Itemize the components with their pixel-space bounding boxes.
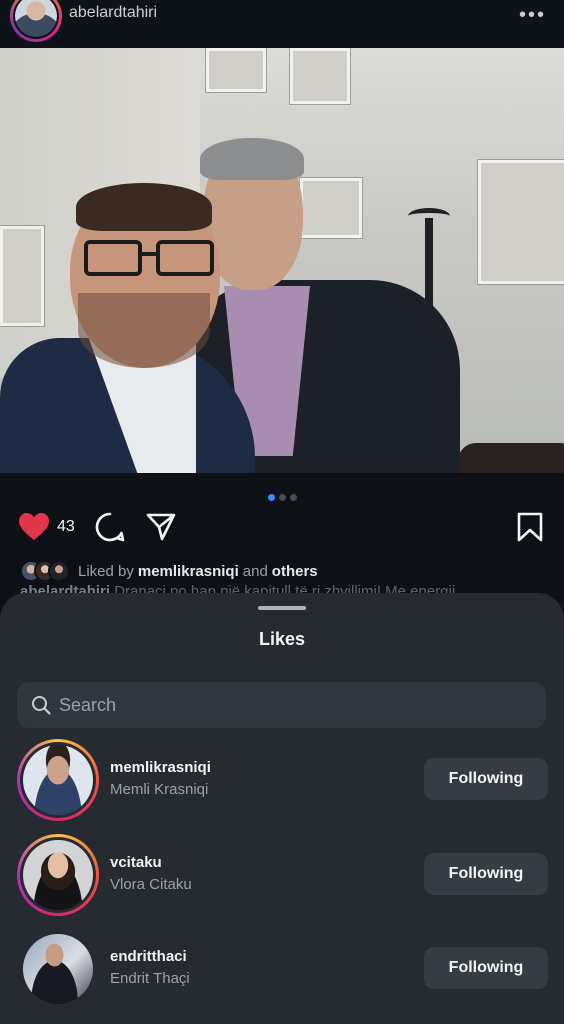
full-name: Vlora Citaku (110, 876, 192, 893)
sheet-drag-handle[interactable] (258, 606, 306, 610)
search-input[interactable] (59, 682, 529, 728)
search-bar[interactable] (17, 682, 546, 728)
avatar[interactable] (17, 928, 99, 1010)
bookmark-icon[interactable] (515, 511, 545, 548)
list-item[interactable]: endritthaci Endrit Thaçi Following (0, 925, 564, 1015)
liked-by-others-link[interactable]: others (272, 563, 318, 580)
liked-by-prefix: Liked by (78, 562, 134, 580)
post-header: abelardtahiri ••• (0, 0, 564, 48)
following-button[interactable]: Following (424, 758, 548, 800)
search-icon (31, 695, 51, 720)
avatar[interactable] (17, 739, 99, 821)
like-count[interactable]: 43 (57, 518, 75, 536)
avatar (48, 560, 70, 582)
likes-sheet: Likes memlikrasniqi Memli Krasniqi Follo… (0, 593, 564, 1024)
list-item[interactable]: vcitaku Vlora Citaku Following (0, 831, 564, 921)
username[interactable]: vcitaku (110, 854, 162, 871)
more-horizontal-icon[interactable]: ••• (519, 4, 546, 27)
heart-icon[interactable] (18, 512, 50, 547)
carousel-dot-active (267, 494, 275, 501)
carousel-indicator (0, 488, 564, 506)
post-author-username[interactable]: abelardtahiri (69, 4, 157, 22)
liker-avatars (20, 560, 70, 582)
following-button[interactable]: Following (424, 947, 548, 989)
liked-by-conjunction: and (242, 562, 268, 580)
username[interactable]: memlikrasniqi (110, 759, 211, 776)
carousel-dot (289, 494, 297, 501)
avatar[interactable] (17, 834, 99, 916)
following-button[interactable]: Following (424, 853, 548, 895)
liked-by-user-link[interactable]: memlikrasniqi (138, 563, 239, 580)
liked-by-summary[interactable]: Liked by memlikrasniqi and others (20, 559, 322, 583)
carousel-dot (278, 494, 286, 501)
list-item[interactable]: memlikrasniqi Memli Krasniqi Following (0, 736, 564, 826)
full-name: Memli Krasniqi (110, 781, 209, 798)
share-icon[interactable] (145, 511, 177, 548)
post-image[interactable] (0, 48, 564, 473)
sheet-title: Likes (258, 629, 306, 649)
full-name: Endrit Thaçi (110, 970, 190, 987)
username[interactable]: endritthaci (110, 948, 187, 965)
post-author-avatar[interactable] (10, 0, 62, 42)
post-action-bar: 43 (0, 508, 564, 548)
comment-icon[interactable] (94, 511, 126, 548)
